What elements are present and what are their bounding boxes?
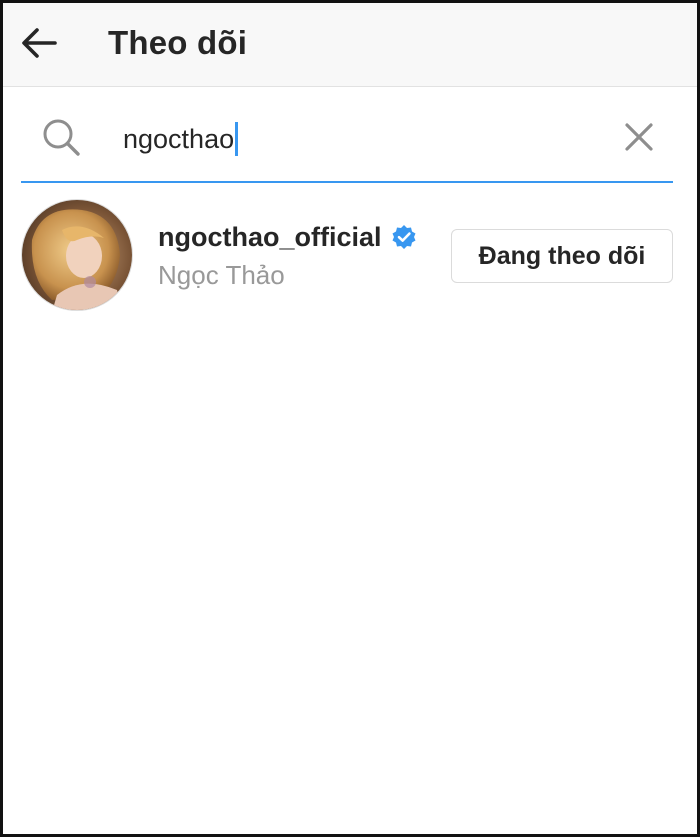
clear-search-button[interactable] bbox=[619, 117, 659, 157]
page-title: Theo dõi bbox=[108, 24, 248, 61]
back-button[interactable] bbox=[17, 23, 61, 63]
search-input-text: ngocthao bbox=[123, 124, 235, 154]
following-button[interactable]: Đang theo dõi bbox=[451, 229, 673, 283]
app-frame: Theo dõi ngocthao ngocthao_official Ngọc… bbox=[0, 0, 700, 837]
search-input[interactable]: ngocthao bbox=[123, 121, 239, 157]
top-bar: Theo dõi bbox=[3, 3, 697, 87]
avatar[interactable] bbox=[21, 199, 133, 311]
username-text: ngocthao_official bbox=[158, 222, 382, 252]
verified-badge-icon bbox=[392, 225, 416, 249]
list-item[interactable]: ngocthao_official Ngọc Thảo Đang theo dõ… bbox=[21, 199, 673, 311]
avatar-image bbox=[22, 200, 132, 310]
close-icon bbox=[625, 123, 653, 151]
result-username[interactable]: ngocthao_official bbox=[158, 221, 417, 253]
text-caret bbox=[235, 122, 239, 156]
arrow-left-icon bbox=[22, 28, 57, 58]
result-full-name: Ngọc Thảo bbox=[158, 260, 285, 290]
search-icon bbox=[43, 119, 80, 156]
search-bar[interactable]: ngocthao bbox=[21, 103, 673, 183]
